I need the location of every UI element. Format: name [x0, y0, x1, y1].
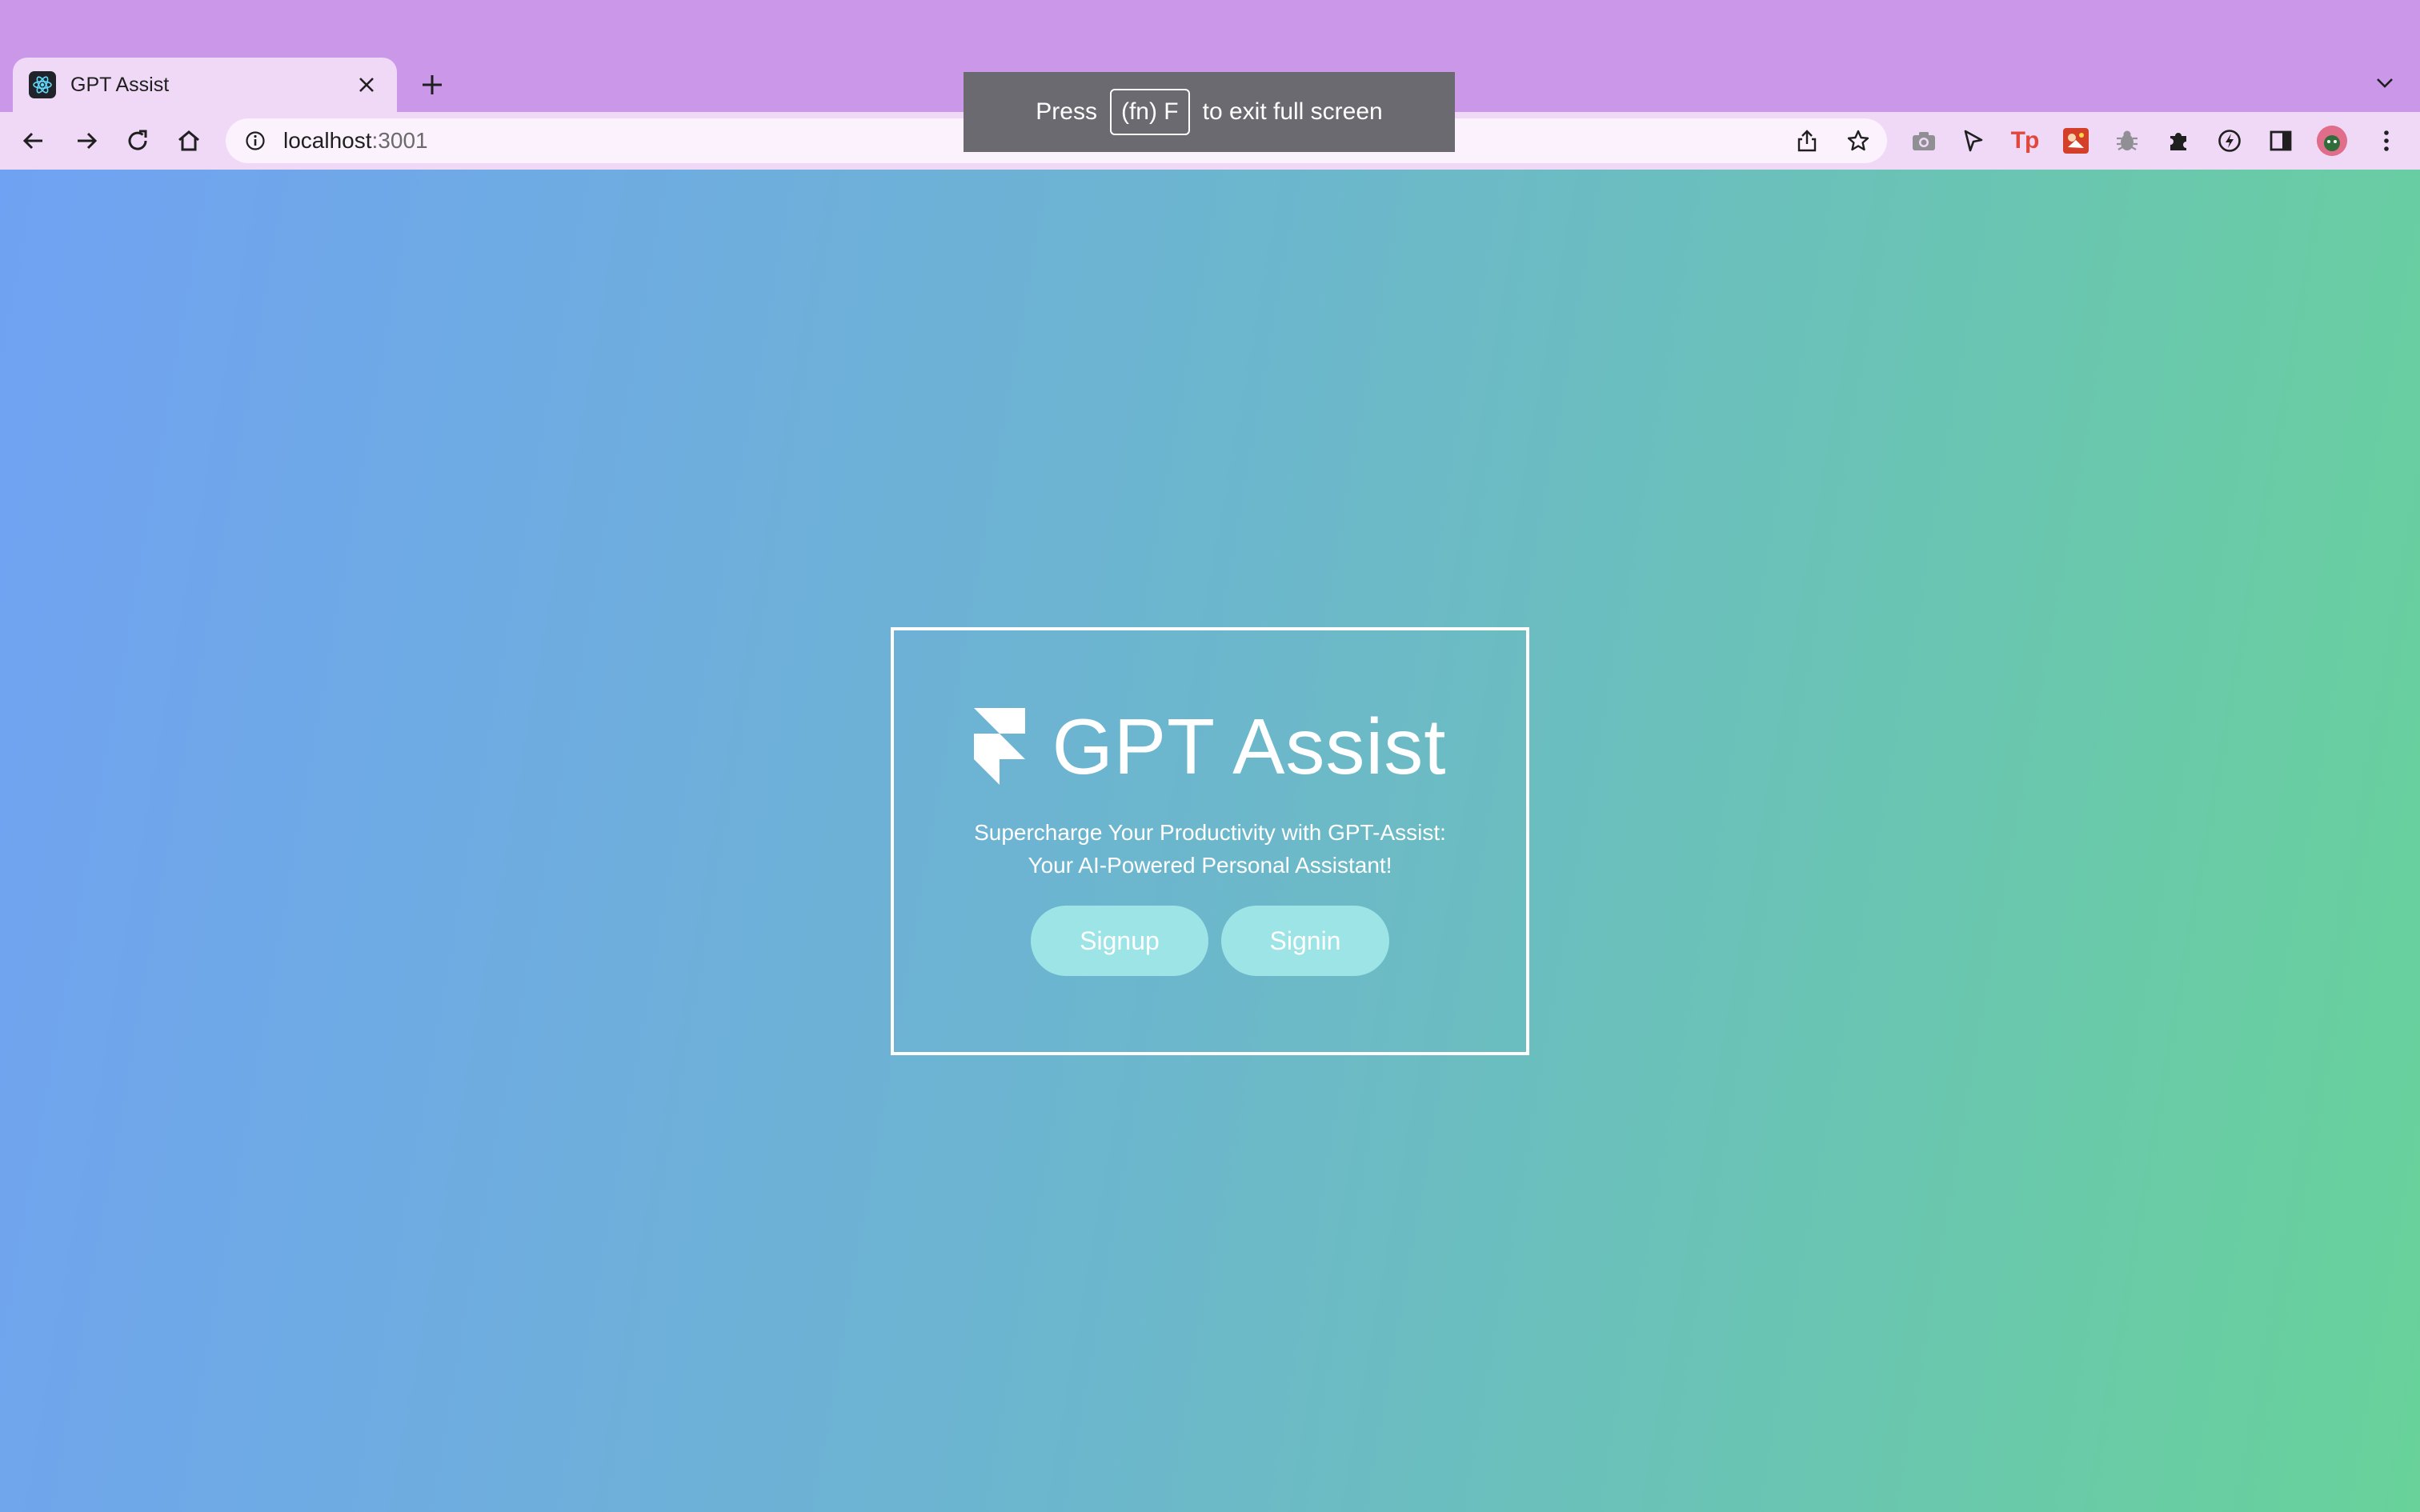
new-tab-button[interactable]: [415, 67, 450, 102]
framer-logo-icon: [973, 708, 1025, 785]
fullscreen-hint-key: (fn) F: [1109, 89, 1190, 135]
signin-button[interactable]: Signin: [1221, 906, 1389, 976]
performance-bolt-icon[interactable]: [2212, 123, 2247, 158]
fullscreen-exit-hint: Press (fn) F to exit full screen: [964, 72, 1455, 152]
side-panel-icon[interactable]: [2263, 123, 2298, 158]
red-game-extension-icon[interactable]: [2058, 123, 2093, 158]
auth-buttons: Signup Signin: [1031, 906, 1389, 976]
url-text: localhost:3001: [283, 128, 428, 154]
chevron-down-icon[interactable]: [2369, 67, 2401, 99]
info-icon[interactable]: [243, 129, 267, 153]
app-title: GPT Assist: [1052, 702, 1447, 790]
url-host: localhost: [283, 128, 372, 153]
camera-icon[interactable]: [1906, 123, 1941, 158]
bookmark-star-icon[interactable]: [1841, 123, 1876, 158]
reload-icon[interactable]: [120, 123, 155, 158]
brand: GPT Assist: [973, 702, 1447, 790]
forward-icon[interactable]: [69, 123, 104, 158]
url-port: :3001: [371, 128, 428, 153]
react-logo-icon: [29, 71, 56, 98]
fullscreen-hint-press: Press: [1036, 98, 1097, 125]
tagline-line-2: Your AI-Powered Personal Assistant!: [1028, 853, 1392, 878]
home-icon[interactable]: [171, 123, 206, 158]
signup-button[interactable]: Signup: [1031, 906, 1208, 976]
tagline-line-1: Supercharge Your Productivity with GPT-A…: [974, 820, 1446, 845]
more-menu-icon[interactable]: [2369, 123, 2404, 158]
back-icon[interactable]: [16, 123, 51, 158]
tab-gpt-assist[interactable]: GPT Assist: [13, 58, 397, 112]
bug-icon[interactable]: [2109, 123, 2145, 158]
tp-extension-icon[interactable]: Tp: [2007, 123, 2042, 158]
share-icon[interactable]: [1789, 123, 1825, 158]
cursor-arrow-icon[interactable]: [1956, 123, 1991, 158]
puzzle-extensions-icon[interactable]: [2161, 123, 2196, 158]
tp-text-icon: Tp: [2010, 127, 2040, 154]
close-icon[interactable]: [352, 70, 381, 99]
avatar-icon: [2317, 126, 2347, 156]
profile-avatar[interactable]: [2314, 123, 2350, 158]
hero-card: GPT Assist Supercharge Your Productivity…: [891, 627, 1529, 1055]
tab-title: GPT Assist: [70, 73, 170, 96]
landing-page: GPT Assist Supercharge Your Productivity…: [0, 170, 2420, 1512]
fullscreen-hint-suffix: to exit full screen: [1202, 98, 1383, 125]
tagline: Supercharge Your Productivity with GPT-A…: [974, 816, 1446, 882]
